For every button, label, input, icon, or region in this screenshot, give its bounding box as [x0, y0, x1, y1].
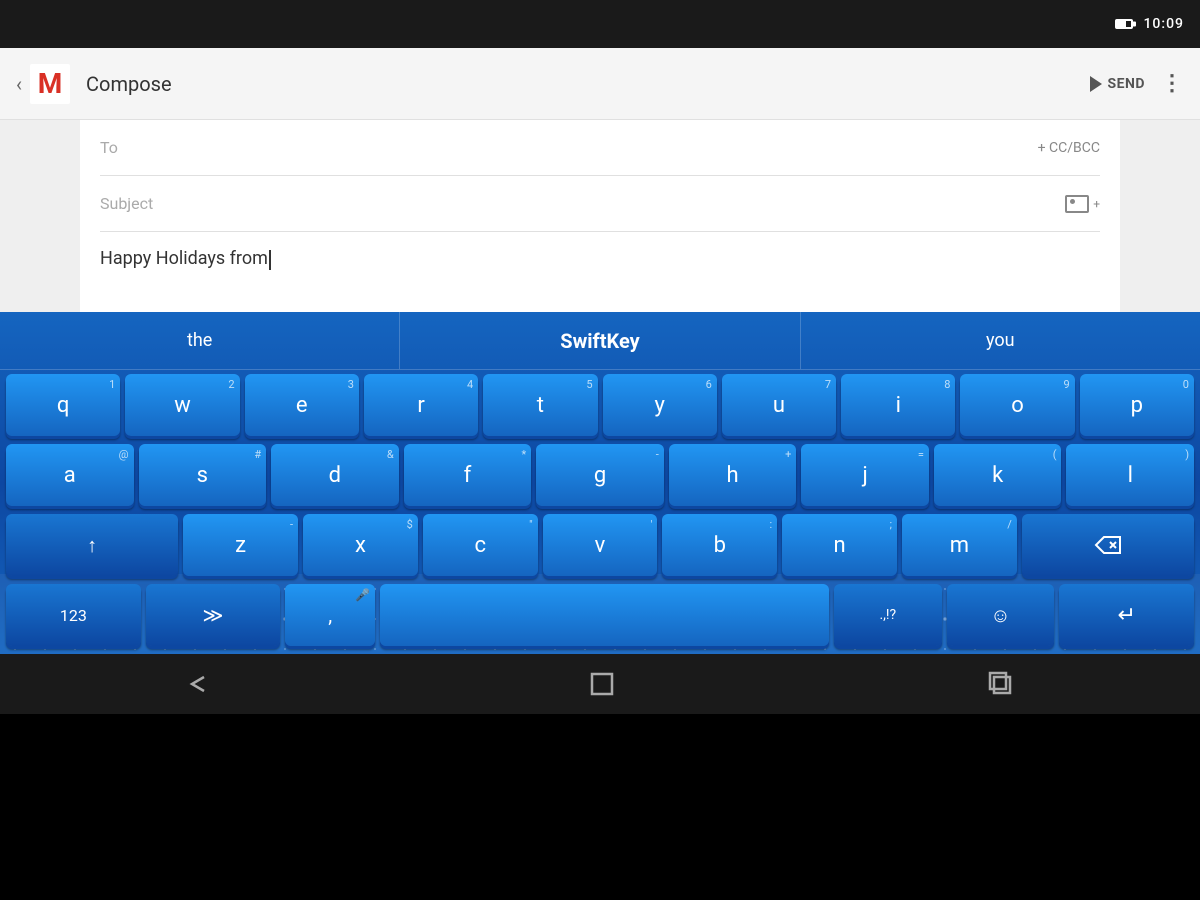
keyboard-row-2: a@ s# d& f* g- h+ j= k( l)	[0, 440, 1200, 510]
nav-bar	[0, 654, 1200, 714]
compose-area: To + CC/BCC Subject + Happy Holidays fro…	[0, 120, 1200, 312]
battery-fill	[1117, 21, 1125, 27]
send-button[interactable]: SEND	[1090, 76, 1145, 92]
key-d[interactable]: d&	[271, 444, 399, 506]
key-n[interactable]: n;	[782, 514, 897, 576]
key-t[interactable]: t5	[483, 374, 597, 436]
key-q[interactable]: q1	[6, 374, 120, 436]
key-u[interactable]: u7	[722, 374, 836, 436]
battery-icon	[1115, 19, 1133, 29]
key-x[interactable]: x$	[303, 514, 418, 576]
key-y[interactable]: y6	[603, 374, 717, 436]
period-key[interactable]: .,!?	[834, 584, 942, 646]
key-f[interactable]: f*	[404, 444, 532, 506]
nav-recents-button[interactable]	[988, 671, 1014, 697]
keyboard-row-3: ↑ z- x$ c" v' b: n; m/	[0, 510, 1200, 580]
key-h[interactable]: h+	[669, 444, 797, 506]
key-comma[interactable]: ,🎤	[285, 584, 375, 646]
to-input[interactable]	[160, 139, 1038, 157]
toolbar-actions: SEND ⋮	[1090, 71, 1184, 96]
subject-field-row: Subject +	[100, 176, 1100, 232]
toolbar-title: Compose	[86, 72, 1090, 96]
photo-icon	[1065, 195, 1089, 213]
nav-home-button[interactable]	[589, 671, 615, 697]
body-row: Happy Holidays from	[100, 232, 1100, 312]
subject-label: Subject	[100, 194, 160, 213]
back-button[interactable]: ‹	[16, 72, 22, 96]
nav-back-button[interactable]	[186, 673, 216, 695]
status-bar: 10:09	[0, 0, 1200, 48]
swiftkey-button[interactable]: ≫	[146, 584, 281, 646]
key-m[interactable]: m/	[902, 514, 1017, 576]
suggestion-right[interactable]: you	[801, 312, 1200, 369]
key-k[interactable]: k(	[934, 444, 1062, 506]
key-a[interactable]: a@	[6, 444, 134, 506]
suggestion-left[interactable]: the	[0, 312, 400, 369]
key-g[interactable]: g-	[536, 444, 664, 506]
toolbar: ‹ M Compose SEND ⋮	[0, 48, 1200, 120]
key-p[interactable]: p0	[1080, 374, 1194, 436]
to-label: To	[100, 138, 160, 157]
plus-icon: +	[1093, 197, 1100, 211]
backspace-button[interactable]	[1022, 514, 1194, 576]
key-r[interactable]: r4	[364, 374, 478, 436]
body-text[interactable]: Happy Holidays from	[100, 248, 268, 269]
text-cursor	[269, 250, 271, 270]
gmail-logo: M	[30, 64, 70, 104]
numbers-button[interactable]: 123	[6, 584, 141, 646]
send-label: SEND	[1108, 76, 1145, 92]
gmail-icon: M	[30, 64, 70, 104]
emoji-button[interactable]: ☺	[947, 584, 1055, 646]
key-j[interactable]: j=	[801, 444, 929, 506]
key-v[interactable]: v'	[543, 514, 658, 576]
key-b[interactable]: b:	[662, 514, 777, 576]
status-icons: 10:09	[1115, 16, 1184, 32]
space-key[interactable]	[380, 584, 829, 646]
key-s[interactable]: s#	[139, 444, 267, 506]
enter-button[interactable]: ↵	[1059, 584, 1194, 646]
key-e[interactable]: e3	[245, 374, 359, 436]
suggestion-center[interactable]: SwiftKey	[400, 312, 800, 369]
keyboard-row-1: q1 w2 e3 r4 t5 y6 u7 i8 o9 p0	[0, 370, 1200, 440]
send-arrow-icon	[1090, 76, 1102, 92]
cc-bcc-button[interactable]: + CC/BCC	[1038, 140, 1100, 156]
key-z[interactable]: z-	[183, 514, 298, 576]
compose-inner: To + CC/BCC Subject + Happy Holidays fro…	[80, 120, 1120, 312]
suggestion-bar: the SwiftKey you	[0, 312, 1200, 370]
key-l[interactable]: l)	[1066, 444, 1194, 506]
shift-button[interactable]: ↑	[6, 514, 178, 576]
attach-image-button[interactable]: +	[1065, 195, 1100, 213]
keyboard-row-4: 123 ≫ ,🎤 .,!? ☺ ↵	[0, 580, 1200, 650]
more-options-button[interactable]: ⋮	[1161, 71, 1184, 96]
key-c[interactable]: c"	[423, 514, 538, 576]
swiftkey-keyboard: the SwiftKey you q1 w2 e3 r4 t5 y6 u7 i8…	[0, 312, 1200, 654]
key-o[interactable]: o9	[960, 374, 1074, 436]
key-w[interactable]: w2	[125, 374, 239, 436]
to-field-row: To + CC/BCC	[100, 120, 1100, 176]
key-i[interactable]: i8	[841, 374, 955, 436]
status-bar-time: 10:09	[1143, 16, 1184, 32]
subject-input[interactable]	[160, 195, 1065, 213]
